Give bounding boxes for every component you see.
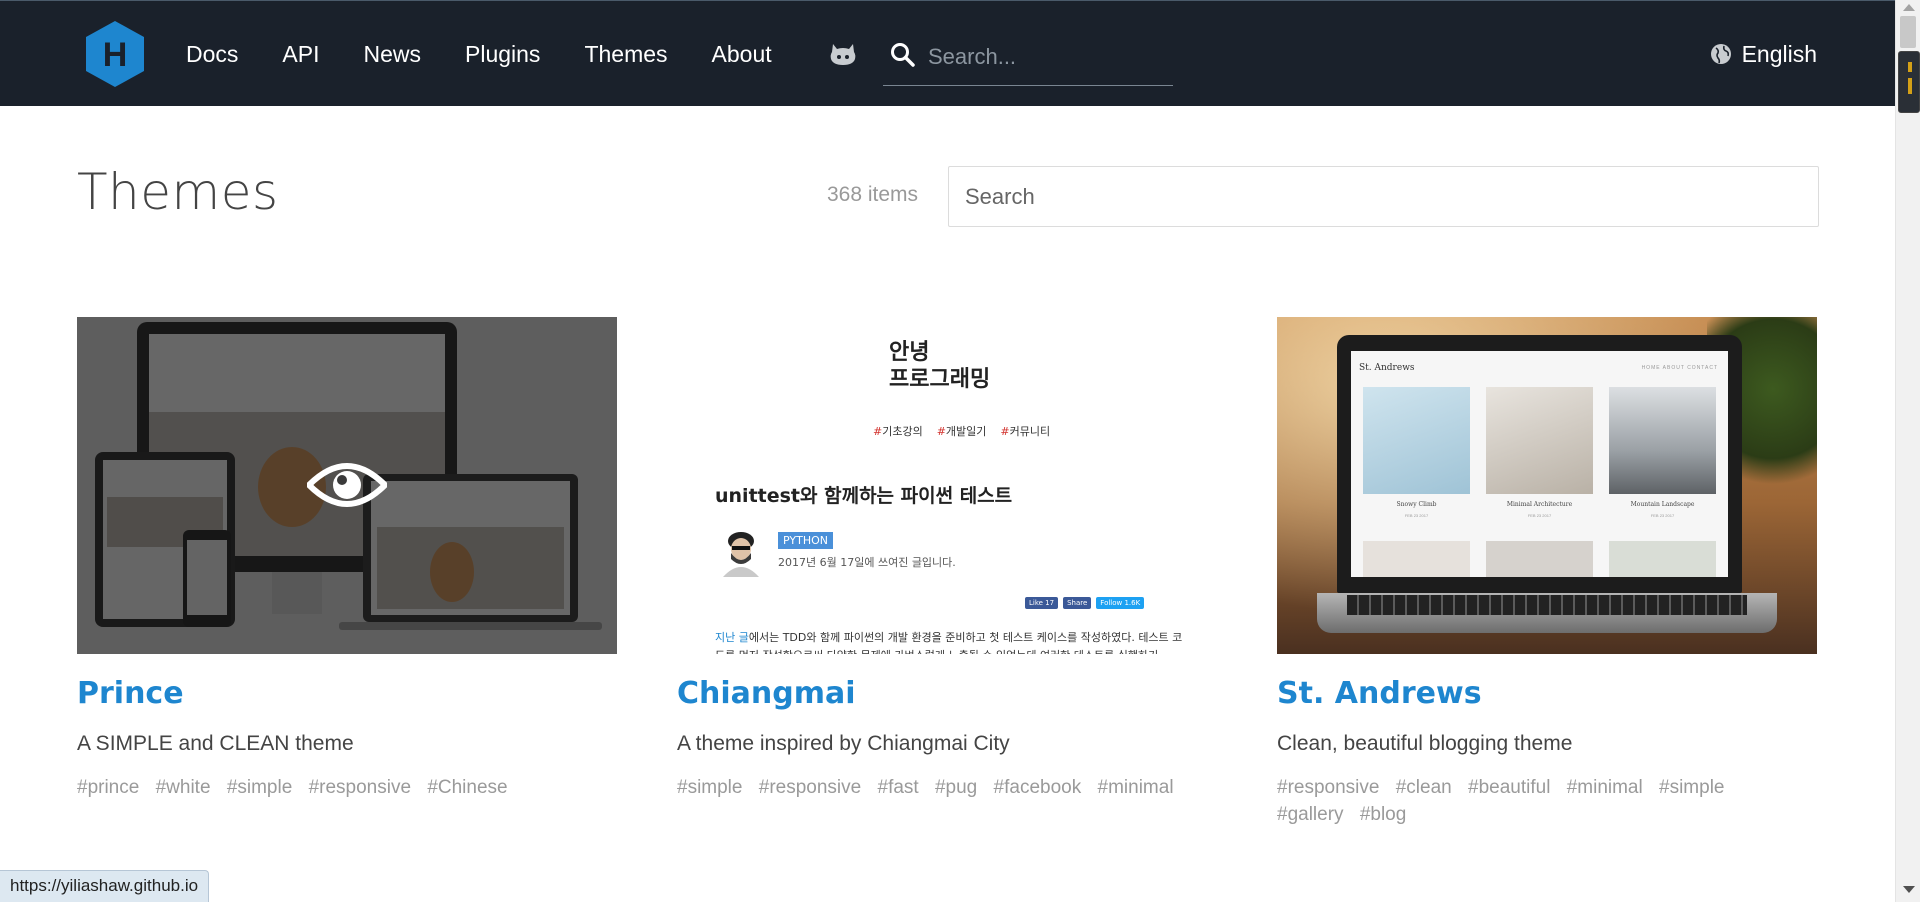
theme-thumbnail[interactable]: St. Andrews HOME ABOUT CONTACT Snowy Cli… [1277,317,1817,654]
laptop-screen: St. Andrews HOME ABOUT CONTACT Snowy Cli… [1351,351,1728,577]
preview-post-title: Snowy Climb [1396,501,1437,508]
page-title: Themes [77,163,279,221]
github-icon[interactable] [829,41,857,67]
hexo-logo-icon[interactable]: H [84,19,146,89]
main-nav: Docs API News Plugins Themes About [186,1,816,107]
language-label: English [1741,40,1817,67]
tag[interactable]: #prince [77,777,139,798]
preview-photo [1609,387,1716,494]
theme-tags: #responsive #clean #beautiful #minimal #… [1277,774,1817,828]
language-selector[interactable]: English [1710,1,1817,107]
preview-post-date: FEB 23 2017 [1650,513,1675,518]
theme-tags: #prince #white #simple #responsive #Chin… [77,774,617,801]
theme-name[interactable]: Prince [77,676,617,711]
theme-description: A SIMPLE and CLEAN theme [77,732,354,755]
tag[interactable]: #minimal [1567,777,1643,798]
tag[interactable]: #minimal [1098,777,1174,798]
globe-icon [1710,44,1731,64]
scroll-up-arrow-icon[interactable] [1903,4,1915,11]
site-search-input[interactable] [928,41,1168,73]
theme-description: Clean, beautiful blogging theme [1277,732,1573,755]
preview-post-date: FEB 23 2017 [1527,513,1552,518]
twitter-follow-button: Follow 1.6K [1096,597,1145,609]
svg-text:H: H [103,36,128,74]
vertical-scrollbar[interactable] [1895,0,1920,902]
theme-card-st-andrews: St. Andrews HOME ABOUT CONTACT Snowy Cli… [1277,317,1817,828]
theme-card-chiangmai: 안녕 프로그래밍 #기초강의 #개발일기 #커뮤니티 unittest와 함께하… [677,317,1217,801]
nav-about[interactable]: About [712,41,772,68]
search-icon [891,43,915,67]
theme-thumbnail[interactable]: 안녕 프로그래밍 #기초강의 #개발일기 #커뮤니티 unittest와 함께하… [677,317,1217,654]
eye-icon [307,463,387,507]
link-status-bar: https://yiliashaw.github.io [0,870,210,902]
nav-news[interactable]: News [363,41,421,68]
tag[interactable]: #responsive [1277,777,1379,798]
preview-post-title: unittest와 함께하는 파이썬 테스트 [715,485,1013,507]
theme-tags: #simple #responsive #fast #pug #facebook… [677,774,1217,801]
nav-plugins[interactable]: Plugins [465,41,540,68]
nav-docs[interactable]: Docs [186,41,238,68]
nav-themes[interactable]: Themes [584,41,667,68]
laptop-image: St. Andrews HOME ABOUT CONTACT Snowy Cli… [1337,335,1742,593]
preview-photo [1486,387,1593,494]
tag[interactable]: #gallery [1277,804,1344,825]
preview-post-title: Mountain Landscape [1630,501,1695,508]
scroll-down-arrow-icon[interactable] [1903,886,1915,893]
tag[interactable]: #fast [878,777,919,798]
facebook-like-button: Like 17 [1025,597,1059,609]
facebook-share-button: Share [1063,597,1092,609]
preview-categories: #기초강의 #개발일기 #커뮤니티 [873,425,1051,438]
theme-name[interactable]: Chiangmai [677,676,1217,711]
item-count: 368 items [827,183,919,206]
theme-thumbnail[interactable] [77,317,617,654]
theme-description: A theme inspired by Chiangmai City [677,732,1010,755]
preview-photo [1363,387,1470,494]
preview-date: 2017년 6월 17일에 쓰여진 글입니다. [778,556,956,569]
author-avatar [723,532,759,577]
tag[interactable]: #beautiful [1468,777,1550,798]
top-navbar: H Docs API News Plugins Themes About Eng… [0,0,1895,106]
tag[interactable]: #clean [1396,777,1452,798]
theme-search-input[interactable] [948,166,1819,227]
preview-heading: 안녕 프로그래밍 [889,340,991,392]
preview-site-title: St. Andrews [1359,363,1415,373]
preview-nav: HOME ABOUT CONTACT [1641,365,1718,371]
tag[interactable]: #responsive [309,777,411,798]
tag[interactable]: #facebook [994,777,1082,798]
preview-post-date: FEB 23 2017 [1404,513,1429,518]
nav-api[interactable]: API [282,41,319,68]
tag[interactable]: #Chinese [427,777,507,798]
tag[interactable]: #simple [1659,777,1724,798]
social-buttons: Like 17 Share Follow 1.6K [1025,597,1145,609]
scroll-thumb[interactable] [1900,16,1916,48]
laptop-keyboard [1347,595,1747,615]
tag[interactable]: #responsive [759,777,861,798]
tag[interactable]: #blog [1360,804,1407,825]
tag[interactable]: #simple [227,777,292,798]
theme-card-prince: Prince A SIMPLE and CLEAN theme #prince … [77,317,617,801]
site-search [883,34,1173,86]
category-badge: PYTHON [778,532,833,549]
preview-post-title: Minimal Architecture [1506,501,1573,508]
theme-name[interactable]: St. Andrews [1277,676,1817,711]
browser-extension-icon[interactable] [1898,51,1920,113]
tag[interactable]: #white [156,777,211,798]
tag[interactable]: #simple [677,777,742,798]
tag[interactable]: #pug [935,777,977,798]
preview-body: 지난 글에서는 TDD와 함께 파이썬의 개발 환경을 준비하고 첫 테스트 케… [715,631,1183,654]
